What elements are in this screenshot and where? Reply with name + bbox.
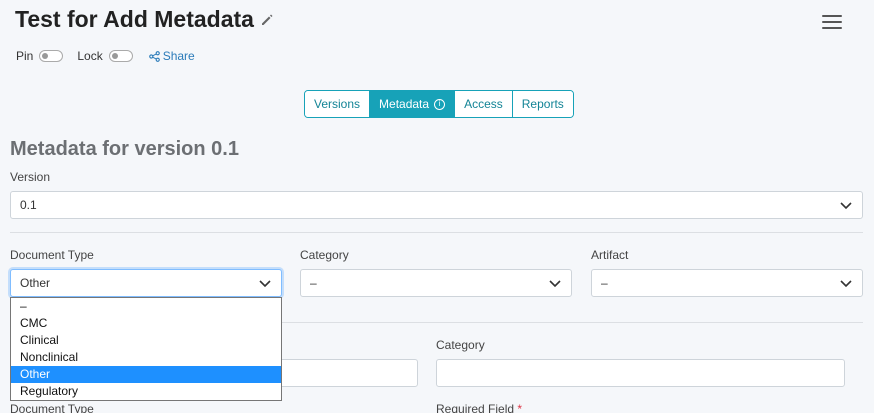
document-type-select-value: Other — [20, 276, 51, 290]
dropdown-option-selected[interactable]: Other — [11, 366, 281, 383]
required-marker: * — [517, 402, 523, 413]
info-icon: i — [434, 98, 446, 110]
document-type-label: Document Type — [10, 248, 94, 262]
artifact-select[interactable]: – — [591, 269, 863, 297]
dropdown-option[interactable]: Nonclinical — [11, 349, 281, 366]
dropdown-option[interactable]: Clinical — [11, 332, 281, 349]
version-select[interactable]: 0.1 — [10, 191, 863, 219]
dropdown-option[interactable]: – — [11, 298, 281, 315]
tab-reports-label: Reports — [521, 97, 564, 111]
dropdown-option[interactable]: Regulatory — [11, 383, 281, 400]
lock-toggle[interactable] — [108, 50, 133, 62]
lock-label: Lock — [77, 49, 103, 63]
document-type-dropdown: – CMC Clinical Nonclinical Other Regulat… — [10, 297, 282, 401]
chevron-down-icon — [840, 202, 852, 210]
tab-versions[interactable]: Versions — [305, 91, 371, 117]
lower-category-input[interactable] — [436, 359, 845, 387]
page-title: Test for Add Metadata — [15, 6, 274, 33]
required-field-text: Required Field — [436, 402, 515, 413]
version-select-value: 0.1 — [20, 198, 37, 212]
version-label: Version — [10, 170, 51, 184]
artifact-select-value: – — [601, 276, 608, 290]
category-label: Category — [300, 248, 349, 262]
tab-metadata[interactable]: Metadata i — [370, 91, 456, 117]
chevron-down-icon — [840, 280, 852, 288]
required-field-label: Required Field * — [436, 402, 522, 413]
category-select-value: – — [310, 276, 317, 290]
tab-metadata-label: Metadata — [379, 97, 430, 111]
pencil-icon[interactable] — [260, 13, 274, 27]
toolbar: Pin Lock Share — [16, 49, 195, 63]
share-icon — [148, 50, 160, 62]
tab-access-label: Access — [464, 97, 503, 111]
pin-label: Pin — [16, 49, 34, 63]
chevron-down-icon — [259, 280, 271, 288]
share-link[interactable]: Share — [148, 49, 195, 63]
category-select[interactable]: – — [300, 269, 572, 297]
artifact-label: Artifact — [591, 248, 629, 262]
divider — [10, 232, 863, 233]
tab-access[interactable]: Access — [455, 91, 513, 117]
lower-category-label: Category — [436, 338, 485, 352]
share-label: Share — [162, 49, 195, 63]
pin-toggle[interactable] — [39, 50, 64, 62]
section-title: Metadata for version 0.1 — [10, 138, 239, 160]
lower-document-type-label: Document Type — [10, 402, 94, 413]
version-tabs: Versions Metadata i Access Reports — [304, 90, 574, 118]
page-title-text: Test for Add Metadata — [15, 6, 254, 32]
tab-reports[interactable]: Reports — [512, 91, 573, 117]
document-type-select[interactable]: Other — [10, 269, 282, 297]
hamburger-menu-icon[interactable] — [822, 12, 842, 32]
tab-versions-label: Versions — [314, 97, 361, 111]
chevron-down-icon — [549, 280, 561, 288]
dropdown-option[interactable]: CMC — [11, 315, 281, 332]
